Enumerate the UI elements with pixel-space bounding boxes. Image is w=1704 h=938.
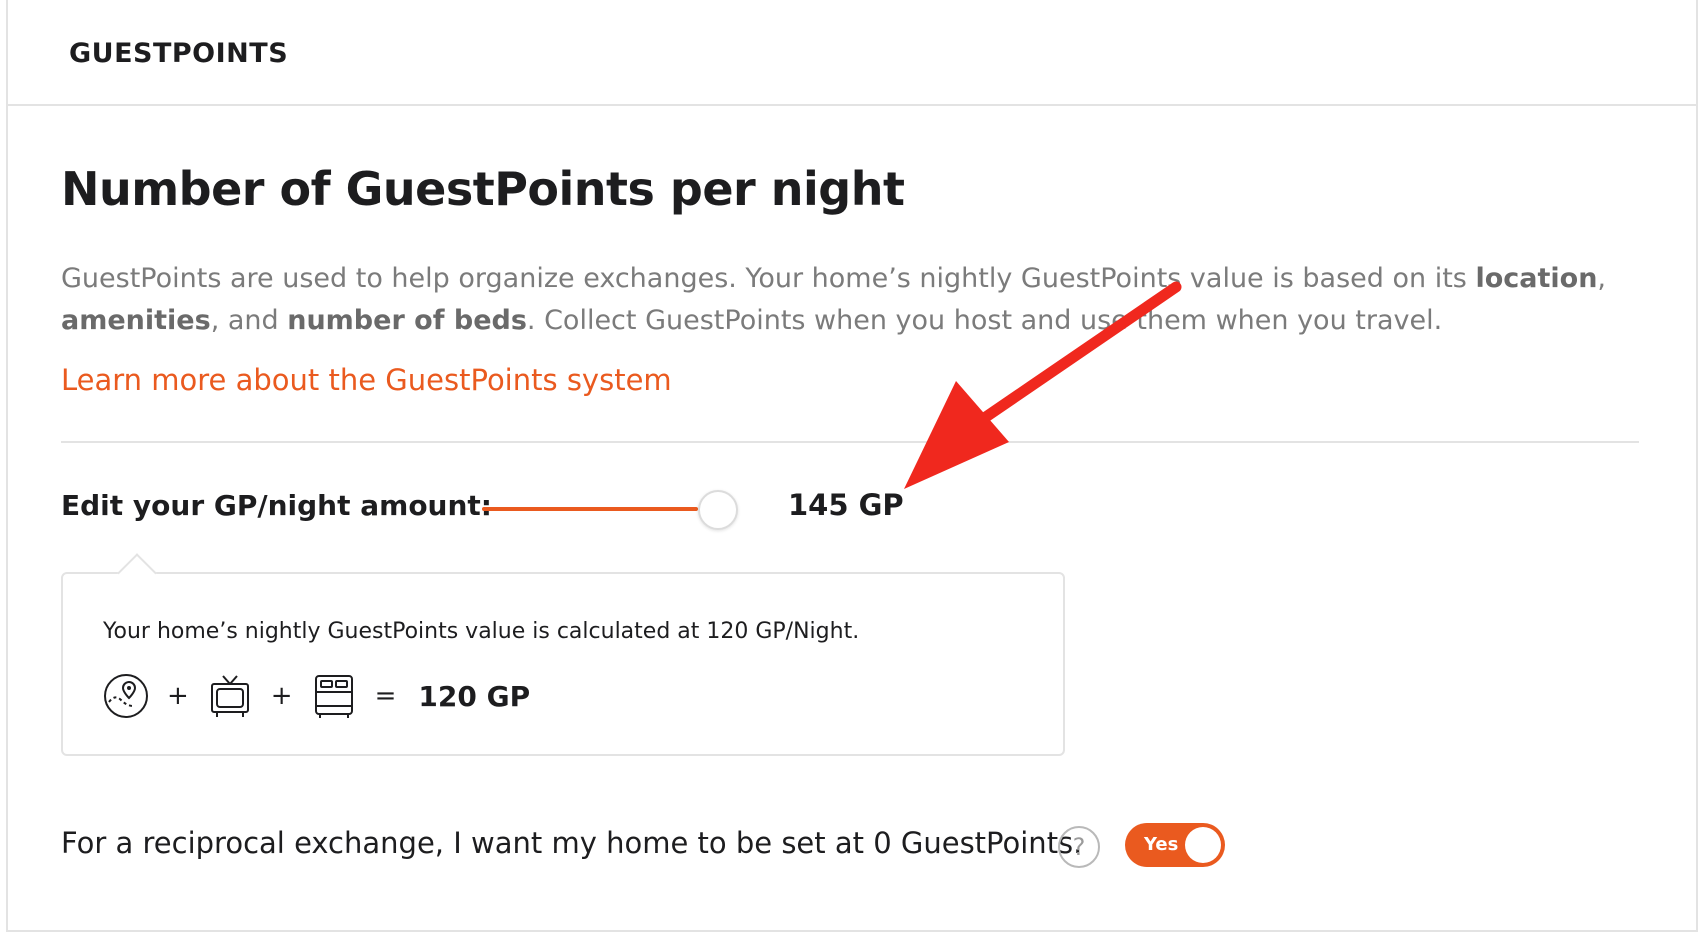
description-amenities: amenities [61, 305, 211, 336]
edit-gp-label: Edit your GP/night amount: [61, 489, 493, 522]
description-beds: number of beds [287, 305, 527, 336]
description-sep2: , and [210, 305, 288, 336]
equals-sign: = [374, 681, 397, 711]
page-heading: Number of GuestPoints per night [61, 162, 905, 216]
toggle-label: Yes [1144, 834, 1179, 855]
card-header: GUESTPOINTS [8, 0, 1696, 106]
location-map-icon [104, 674, 148, 718]
description-location: location [1475, 263, 1598, 294]
slider-track-filled [482, 507, 698, 511]
calculation-formula: + + = 120 GP [103, 671, 530, 721]
gp-night-slider[interactable] [482, 488, 802, 530]
bed-icon [314, 675, 353, 718]
description-part1: GuestPoints are used to help organize ex… [61, 263, 1476, 294]
reciprocal-exchange-text: For a reciprocal exchange, I want my hom… [61, 826, 1083, 860]
section-title: GUESTPOINTS [69, 38, 289, 69]
calculation-box: Your home’s nightly GuestPoints value is… [61, 553, 1065, 756]
reciprocal-toggle[interactable]: Yes [1125, 823, 1225, 867]
description-sep1: , [1597, 263, 1607, 294]
plus-sign: + [270, 681, 293, 711]
toggle-knob [1185, 827, 1221, 863]
help-icon[interactable]: ? [1058, 826, 1100, 868]
gp-value: 145 GP [788, 488, 904, 522]
divider [61, 441, 1639, 443]
description-part2: . Collect GuestPoints when you host and … [526, 305, 1443, 336]
guestpoints-card: GUESTPOINTS [6, 0, 1698, 932]
slider-thumb[interactable] [698, 490, 738, 530]
calculation-text: Your home’s nightly GuestPoints value is… [103, 619, 860, 644]
description-text: GuestPoints are used to help organize ex… [61, 258, 1661, 342]
tv-icon [210, 675, 249, 717]
calculation-total: 120 GP [418, 679, 531, 713]
plus-sign: + [167, 681, 189, 711]
learn-more-link[interactable]: Learn more about the GuestPoints system [61, 363, 672, 397]
